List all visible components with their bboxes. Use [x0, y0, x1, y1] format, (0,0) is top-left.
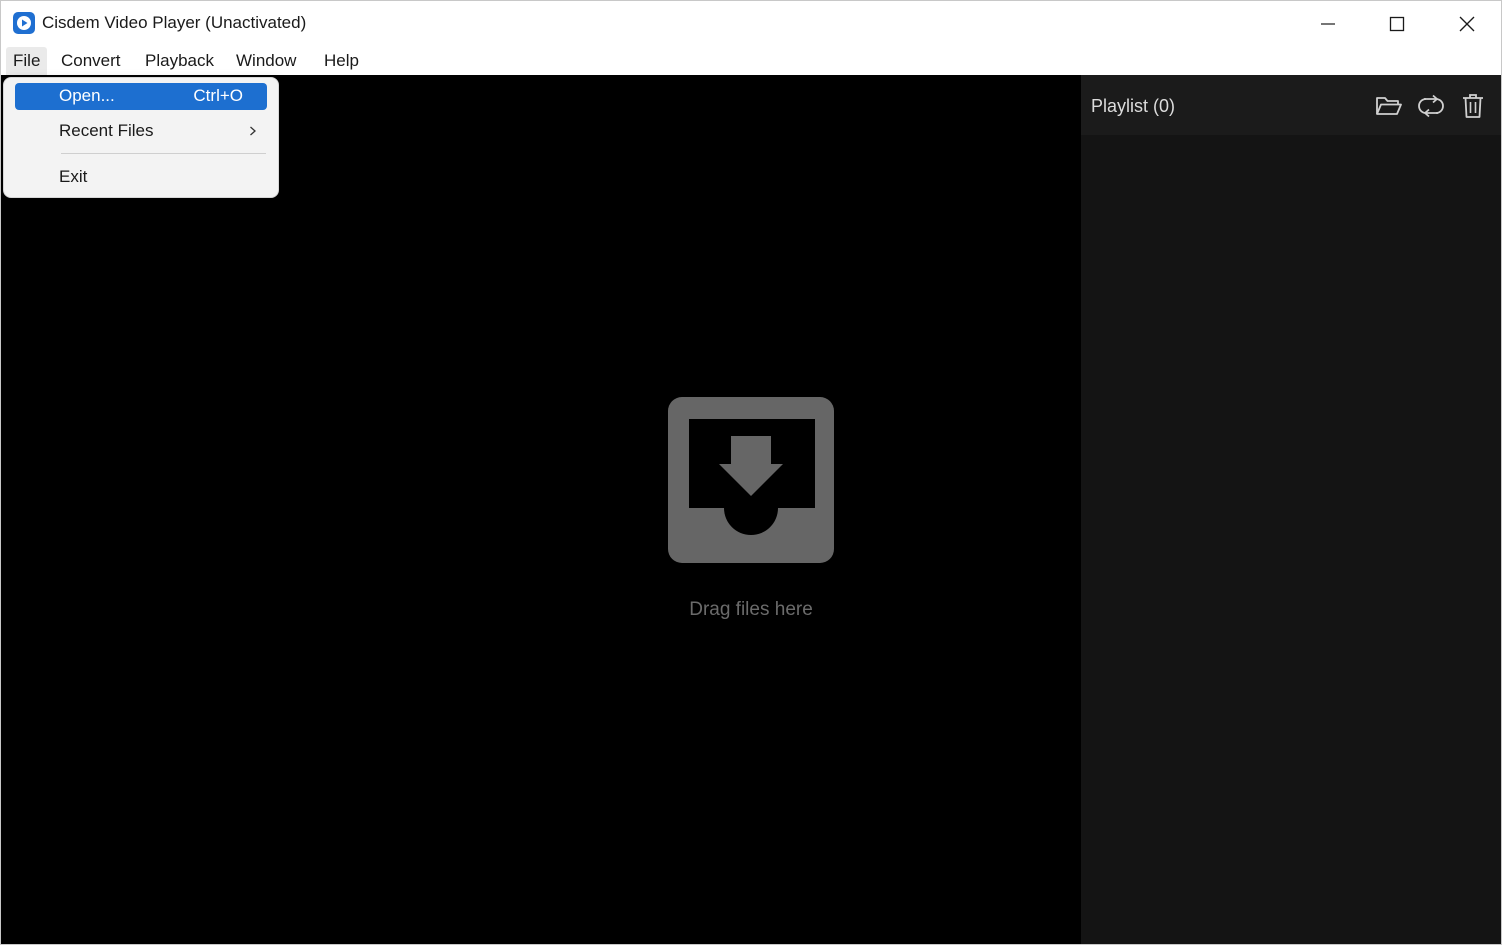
- playlist-title: Playlist (0): [1091, 96, 1176, 116]
- trash-icon: [1463, 94, 1483, 118]
- open-shortcut: Ctrl+O: [193, 86, 243, 105]
- open-label: Open...: [59, 86, 115, 105]
- app-logo-icon: [13, 12, 35, 34]
- folder-open-icon: [1376, 97, 1402, 115]
- menu-file[interactable]: File: [6, 47, 48, 75]
- menu-window[interactable]: Window: [229, 47, 303, 75]
- menu-item-open[interactable]: Open... Ctrl+O: [15, 83, 267, 110]
- menu-playback[interactable]: Playback: [138, 47, 221, 75]
- chevron-right-icon: [249, 121, 257, 146]
- app-window: Cisdem Video Player (Unactivated) File C…: [0, 0, 1502, 945]
- exit-label: Exit: [59, 167, 88, 186]
- playlist-open-button[interactable]: [1374, 91, 1404, 121]
- playlist-clear-button[interactable]: [1458, 91, 1488, 121]
- menu-bar: File Convert Playback Window Help: [1, 47, 1501, 75]
- menu-separator: [61, 153, 266, 154]
- menu-item-recent-files[interactable]: Recent Files: [15, 118, 267, 145]
- video-drop-area[interactable]: Drag files here: [1, 75, 1081, 944]
- window-title: Cisdem Video Player (Unactivated): [42, 13, 307, 32]
- drag-files-hint: Drag files here: [689, 599, 813, 620]
- menu-item-exit[interactable]: Exit: [15, 164, 267, 191]
- menu-help[interactable]: Help: [317, 47, 366, 75]
- maximize-icon: [1389, 16, 1405, 32]
- menu-convert[interactable]: Convert: [54, 47, 128, 75]
- maximize-button[interactable]: [1362, 1, 1432, 47]
- playlist-loop-button[interactable]: [1416, 91, 1446, 121]
- download-tray-icon: [668, 397, 834, 563]
- playlist-header: Playlist (0): [1081, 75, 1501, 135]
- minimize-button[interactable]: [1293, 1, 1363, 47]
- file-menu-dropdown: Open... Ctrl+O Recent Files Exit: [3, 77, 279, 198]
- close-icon: [1459, 16, 1475, 32]
- recent-files-label: Recent Files: [59, 121, 154, 140]
- close-button[interactable]: [1432, 1, 1501, 47]
- playlist-panel: Playlist (0): [1081, 75, 1501, 944]
- refresh-icon: [1418, 94, 1444, 118]
- title-bar[interactable]: Cisdem Video Player (Unactivated): [1, 1, 1501, 47]
- minimize-icon: [1321, 23, 1335, 25]
